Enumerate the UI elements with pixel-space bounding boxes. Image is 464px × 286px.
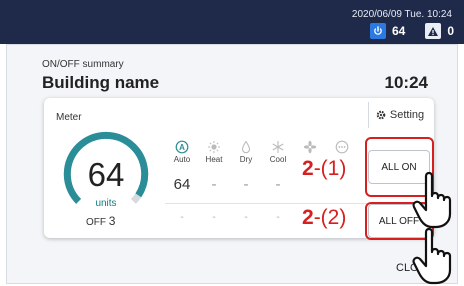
callout-2-1-suffix: -(1) xyxy=(313,157,347,180)
mode-count-heat: - xyxy=(211,176,217,193)
off-heat: - xyxy=(212,212,216,223)
heat-icon xyxy=(206,140,222,154)
status-indicators: 64 0 xyxy=(369,23,454,39)
mode-label-auto: Auto xyxy=(173,155,191,164)
summary-time: 10:24 xyxy=(384,73,428,92)
top-status-bar: 2020/06/09 Tue. 10:24 64 0 xyxy=(0,0,464,44)
on-unit-count: 64 xyxy=(391,24,406,38)
summary-subtitle: ON/OFF summary xyxy=(42,59,124,70)
off-auto: - xyxy=(180,212,184,223)
meter-value: 64 xyxy=(87,156,125,193)
gear-icon xyxy=(376,110,386,120)
mode-count-auto: 64 xyxy=(173,176,191,193)
setting-button[interactable]: Setting xyxy=(368,102,431,128)
mode-label-dry: Dry xyxy=(239,155,253,164)
meter-label: Meter xyxy=(56,112,82,123)
warning-icon xyxy=(425,23,442,39)
callout-2-1: 2-(1) xyxy=(302,157,346,181)
callout-2-2-number: 2 xyxy=(302,206,314,229)
callout-2-2: 2-(2) xyxy=(302,206,346,230)
callout-2-2-suffix: -(2) xyxy=(313,206,347,229)
fan-icon xyxy=(302,140,318,154)
mode-label-cool: Cool xyxy=(269,155,287,164)
setting-label: Setting xyxy=(389,109,425,121)
off-dry: - xyxy=(244,212,248,223)
callout-2-1-number: 2 xyxy=(302,157,314,180)
auto-icon: A xyxy=(174,140,190,154)
off-count-value: 3 xyxy=(108,214,116,228)
more-modes-icon xyxy=(334,140,350,154)
power-icon xyxy=(369,23,386,39)
building-name: Building name xyxy=(42,73,160,92)
tap-hand-icon-2 xyxy=(412,227,452,285)
off-label: OFF xyxy=(86,217,106,228)
mode-count-cool: - xyxy=(275,176,281,193)
dry-icon xyxy=(238,140,254,154)
warning-count: 0 xyxy=(447,24,454,38)
mode-count-dry: - xyxy=(243,176,249,193)
tap-hand-icon xyxy=(412,171,452,229)
svg-text:A: A xyxy=(179,143,185,152)
off-count: OFF 3 xyxy=(86,214,115,228)
mode-label-heat: Heat xyxy=(205,155,223,164)
header-datetime: 2020/06/09 Tue. 10:24 xyxy=(351,9,452,20)
cool-icon xyxy=(270,140,286,154)
meter-units: units xyxy=(95,198,117,209)
off-cool: - xyxy=(276,212,280,223)
